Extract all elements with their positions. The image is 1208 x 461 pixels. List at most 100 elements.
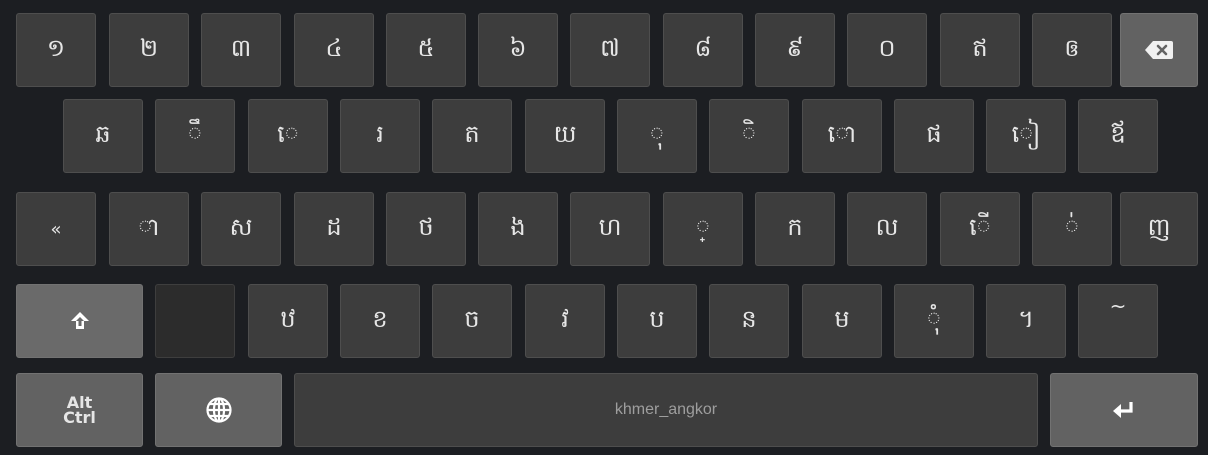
key-label: យ <box>553 119 577 148</box>
key-slash[interactable]: ~ <box>1078 284 1158 358</box>
key-f[interactable]: ថ <box>386 192 466 266</box>
key-label: ់ <box>1064 212 1080 241</box>
key-0[interactable]: ០ <box>847 13 927 87</box>
key-9[interactable]: ៩ <box>755 13 835 87</box>
space-key[interactable]: khmer_angkor <box>294 373 1038 447</box>
backspace-key[interactable] <box>1120 13 1198 87</box>
key-label: ~ <box>1109 294 1127 318</box>
key-l[interactable]: ល <box>847 192 927 266</box>
key-j[interactable]: ្ <box>663 192 743 266</box>
key-c[interactable]: ច <box>432 284 512 358</box>
key-z[interactable]: ឋ <box>248 284 328 358</box>
globe-icon <box>205 397 232 423</box>
key-x[interactable]: ខ <box>340 284 420 358</box>
key-7[interactable]: ៧ <box>570 13 650 87</box>
key-g[interactable]: ង <box>478 192 558 266</box>
key-label: ា <box>138 212 160 241</box>
key-b[interactable]: ប <box>617 284 697 358</box>
key-label: ិ <box>741 119 757 148</box>
key-minus[interactable]: ឥ <box>940 13 1020 87</box>
key-quote[interactable]: ់ <box>1032 192 1112 266</box>
key-label: ត <box>464 119 480 148</box>
key-u[interactable]: ុ <box>617 99 697 173</box>
key-label: ៩ <box>786 33 804 62</box>
key-4[interactable]: ៤ <box>294 13 374 87</box>
key-label: ប <box>649 304 665 333</box>
key-r[interactable]: រ <box>340 99 420 173</box>
key-label: ឆ <box>95 119 111 148</box>
key-label: ខ <box>372 304 388 333</box>
key-right-bracket[interactable]: ឪ <box>1078 99 1158 173</box>
shift-icon <box>70 312 89 329</box>
key-label: ស <box>229 212 253 241</box>
key-label: ល <box>875 212 899 241</box>
key-2[interactable]: ២ <box>109 13 189 87</box>
enter-icon <box>1113 402 1133 418</box>
key-1[interactable]: ១ <box>16 13 96 87</box>
key-label: ើ <box>969 212 991 241</box>
key-k[interactable]: ក <box>755 192 835 266</box>
key-y[interactable]: យ <box>525 99 605 173</box>
key-equals[interactable]: ឲ <box>1032 13 1112 87</box>
key-backslash[interactable]: « <box>16 192 96 266</box>
key-label: ៦ <box>509 33 527 62</box>
key-d[interactable]: ដ <box>294 192 374 266</box>
key-label: ថ <box>418 212 434 241</box>
key-label: ៣ <box>230 33 252 62</box>
space-label: khmer_angkor <box>614 401 718 418</box>
key-p[interactable]: ផ <box>894 99 974 173</box>
key-label: ្ <box>695 212 711 241</box>
on-screen-keyboard: ១ ២ ៣ ៤ ៥ ៦ ៧ ៨ ៩ ០ ឥ ឲ ឆ ឹ េ រ ត យ ុ ិ … <box>0 0 1208 455</box>
key-m[interactable]: ម <box>802 284 882 358</box>
key-q[interactable]: ឆ <box>63 99 143 173</box>
key-label: ២ <box>139 33 159 62</box>
key-6[interactable]: ៦ <box>478 13 558 87</box>
language-key[interactable] <box>155 373 282 447</box>
key-label: ម <box>834 304 850 333</box>
key-label: ញ <box>1147 212 1171 241</box>
key-label: ង <box>510 212 526 241</box>
key-8[interactable]: ៨ <box>663 13 743 87</box>
key-o[interactable]: ោ <box>802 99 882 173</box>
key-semicolon[interactable]: ើ <box>940 192 1020 266</box>
key-label: ឋ <box>280 304 296 333</box>
alt-ctrl-key[interactable]: Alt Ctrl <box>16 373 143 447</box>
key-label: ៧ <box>600 33 620 62</box>
key-blank[interactable] <box>155 284 235 358</box>
key-e[interactable]: េ <box>248 99 328 173</box>
key-left-bracket[interactable]: ៀ <box>986 99 1066 173</box>
key-3[interactable]: ៣ <box>201 13 281 87</box>
key-label: ន <box>741 304 757 333</box>
key-label: ឪ <box>1110 119 1126 148</box>
key-label: ១ <box>46 33 66 62</box>
key-t[interactable]: ត <box>432 99 512 173</box>
ctrl-label: Ctrl <box>63 408 96 427</box>
key-label: ោ <box>827 119 857 148</box>
enter-key[interactable] <box>1050 373 1198 447</box>
key-label: ុ <box>649 119 665 148</box>
shift-key[interactable] <box>16 284 143 358</box>
key-extra[interactable]: ញ <box>1120 192 1198 266</box>
key-label: ។ <box>1018 304 1034 333</box>
key-comma[interactable]: ុំ <box>894 284 974 358</box>
key-s[interactable]: ស <box>201 192 281 266</box>
key-label: ៤ <box>325 33 343 62</box>
key-label: ច <box>464 304 480 333</box>
key-label: ០ <box>878 33 896 62</box>
key-label: រ <box>376 119 384 148</box>
key-label: ដ <box>326 212 342 241</box>
backspace-icon <box>1145 41 1173 59</box>
key-label: េ <box>277 119 299 148</box>
key-w[interactable]: ឹ <box>155 99 235 173</box>
key-5[interactable]: ៥ <box>386 13 466 87</box>
key-v[interactable]: វ <box>525 284 605 358</box>
key-a[interactable]: ា <box>109 192 189 266</box>
key-h[interactable]: ហ <box>570 192 650 266</box>
key-label: ៥ <box>417 33 435 62</box>
key-label: ឲ <box>1064 33 1080 62</box>
key-label: ុំ <box>926 304 942 333</box>
key-n[interactable]: ន <box>709 284 789 358</box>
key-label: ផ <box>926 119 942 148</box>
key-period[interactable]: ។ <box>986 284 1066 358</box>
key-i[interactable]: ិ <box>709 99 789 173</box>
